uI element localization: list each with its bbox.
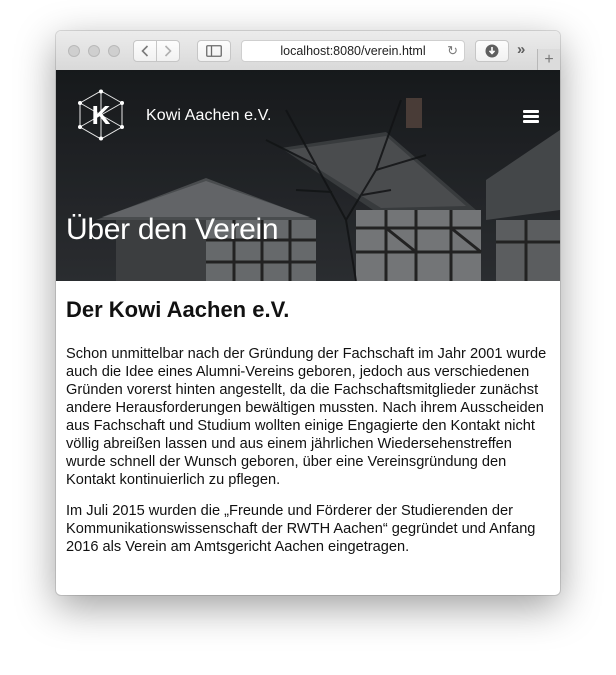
forward-button[interactable] (156, 40, 180, 62)
main-content: Der Kowi Aachen e.V. Schon unmittelbar n… (66, 297, 554, 569)
brand-name[interactable]: Kowi Aachen e.V. (146, 107, 272, 125)
address-text: localhost:8080/verein.html (280, 44, 426, 58)
chevron-left-icon (141, 45, 149, 57)
paragraph-history: Schon unmittelbar nach der Gründung der … (66, 346, 547, 488)
back-button[interactable] (133, 40, 157, 62)
close-window-button[interactable] (68, 45, 80, 57)
kowi-logo[interactable]: K (75, 89, 127, 141)
reload-icon[interactable]: ↻ (447, 44, 458, 58)
plus-icon: + (544, 50, 554, 68)
chevron-double-right-icon[interactable]: » (517, 41, 525, 58)
downloads-button[interactable] (475, 40, 509, 62)
section-heading: Der Kowi Aachen e.V. (66, 297, 290, 322)
logo-letter: K (92, 100, 111, 130)
sidebar-button[interactable] (197, 40, 231, 62)
address-bar[interactable]: localhost:8080/verein.html ↻ (241, 40, 465, 62)
chevron-right-icon (164, 45, 172, 57)
zoom-window-button[interactable] (108, 45, 120, 57)
browser-window: localhost:8080/verein.html ↻ » + K Kowi … (56, 31, 560, 595)
hero-banner: K Kowi Aachen e.V. Über den Verein (56, 70, 560, 281)
page-title: Über den Verein (66, 213, 279, 247)
hamburger-menu-icon[interactable] (523, 110, 539, 124)
minimize-window-button[interactable] (88, 45, 100, 57)
hero-background-image (56, 70, 560, 281)
browser-toolbar: localhost:8080/verein.html ↻ » + (56, 31, 560, 71)
sidebar-icon (206, 45, 222, 57)
new-tab-button[interactable]: + (537, 49, 560, 70)
download-icon (485, 44, 499, 58)
paragraph-founding: Im Juli 2015 wurden die „Freunde und För… (66, 503, 536, 555)
